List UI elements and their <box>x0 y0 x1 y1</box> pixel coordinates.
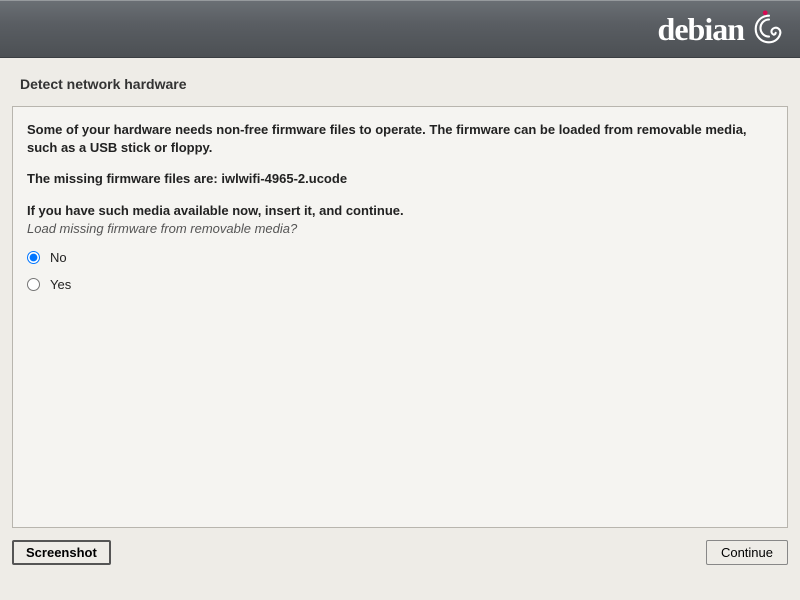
header-banner: debian <box>0 0 800 58</box>
radio-yes-input[interactable] <box>27 278 40 291</box>
continue-button[interactable]: Continue <box>706 540 788 565</box>
radio-option-no[interactable]: No <box>27 244 773 271</box>
page-title: Detect network hardware <box>0 58 800 106</box>
intro-text: Some of your hardware needs non-free fir… <box>27 121 773 156</box>
debian-swirl-icon <box>750 10 788 48</box>
content-panel: Some of your hardware needs non-free fir… <box>12 106 788 528</box>
radio-yes-label: Yes <box>50 277 71 292</box>
radio-option-yes[interactable]: Yes <box>27 271 773 298</box>
instruction-text: If you have such media available now, in… <box>27 202 773 220</box>
screenshot-button[interactable]: Screenshot <box>12 540 111 565</box>
debian-logo: debian <box>658 10 788 48</box>
radio-no-input[interactable] <box>27 251 40 264</box>
radio-no-label: No <box>50 250 67 265</box>
prompt-text: Load missing firmware from removable med… <box>27 221 773 236</box>
footer: Screenshot Continue <box>0 528 800 577</box>
missing-firmware-text: The missing firmware files are: iwlwifi-… <box>27 170 773 188</box>
brand-text: debian <box>658 11 744 48</box>
